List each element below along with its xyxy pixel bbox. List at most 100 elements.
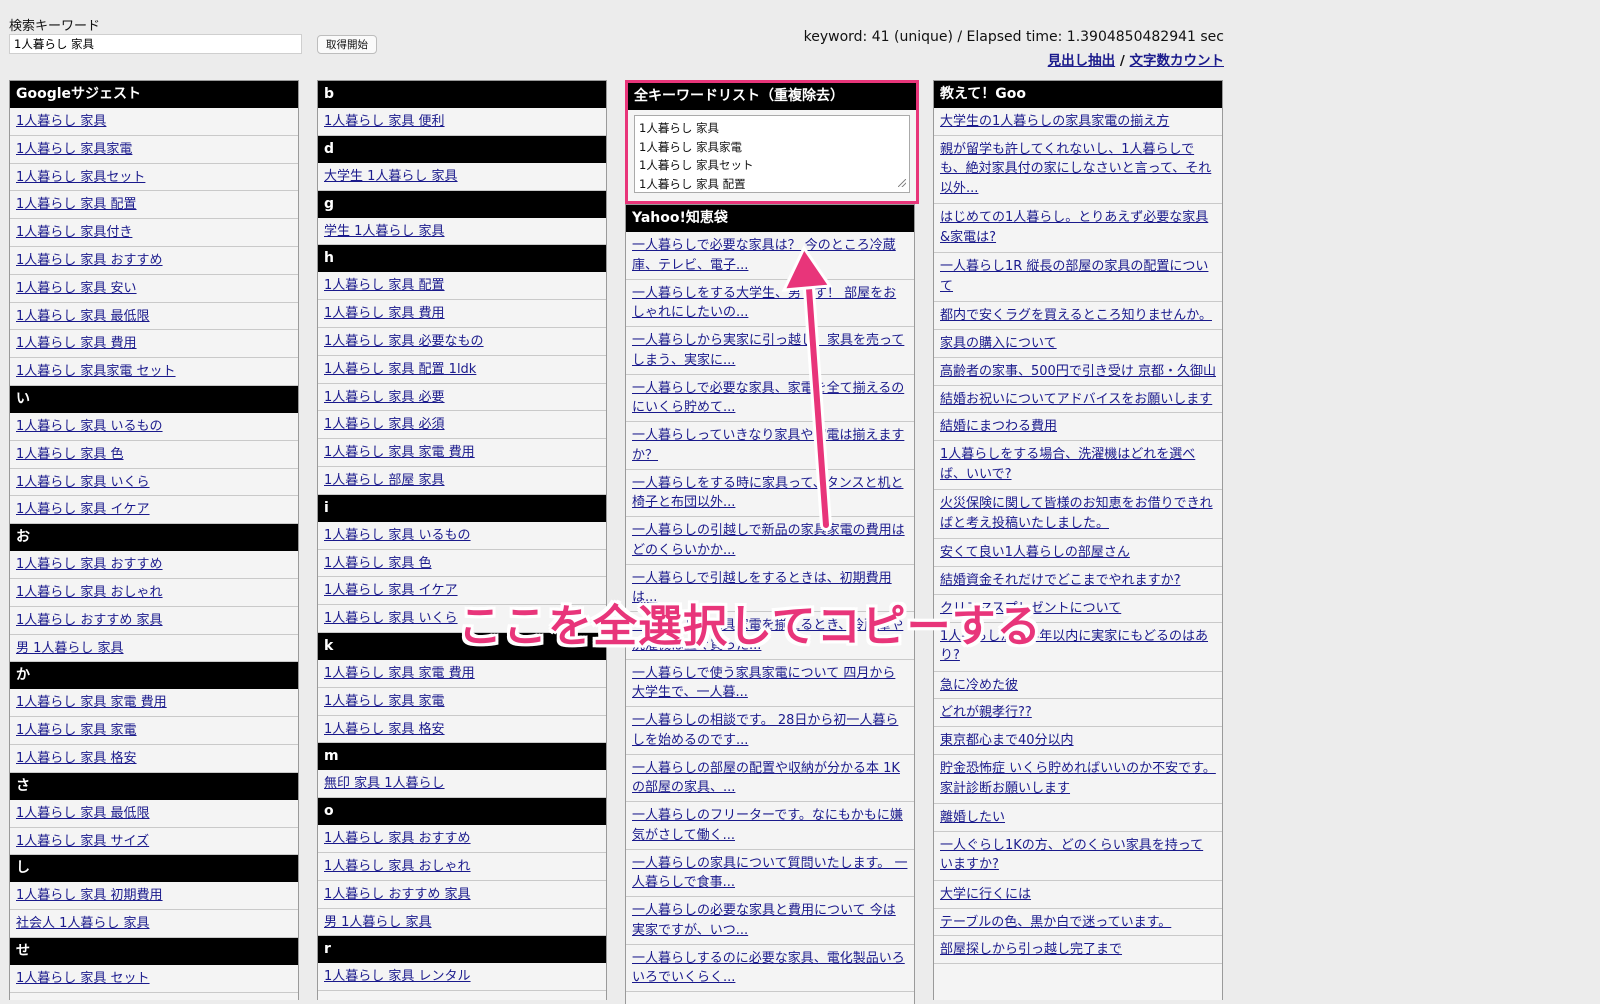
keyword-link[interactable]: 1人暮らし 家具 いるもの (16, 419, 163, 434)
keyword-link[interactable]: 社会人 1人暮らし 家具 (16, 916, 150, 931)
goo-question-link[interactable]: 大学に行くには (940, 887, 1031, 902)
goo-question-link[interactable]: 都内で安くラグを買えるところ知りませんか。 (940, 308, 1212, 323)
goo-question-link[interactable]: 東京都心まで40分以内 (940, 733, 1074, 748)
yahoo-question-link[interactable]: 一人暮らしから実家に引っ越し：家具を売ってしまう、実家に... (632, 333, 904, 368)
keyword-link[interactable]: 1人暮らし 家具 便利 (324, 114, 445, 129)
yahoo-question-link[interactable]: 一人暮らしで必要な家具は？ 今のところ冷蔵庫、テレビ、電子... (632, 238, 896, 273)
goo-question-link[interactable]: はじめての1人暮らし。とりあえず必要な家具&家電は? (940, 210, 1208, 245)
keyword-link[interactable]: 1人暮らし 家具 安い (16, 281, 137, 296)
yahoo-question-link[interactable]: 一人暮らしのフリーターです。なにもかもに嫌気がさして働く... (632, 808, 903, 843)
keyword-link[interactable]: 1人暮らし 家具 家電 費用 (16, 695, 167, 710)
keyword-link[interactable]: 1人暮らし 家具 おすすめ (16, 253, 163, 268)
list-item: 安くて良い1人暮らしの部屋さん (934, 539, 1222, 568)
keyword-link[interactable]: 1人暮らし 家具付き (16, 225, 132, 240)
goo-question-link[interactable]: テーブルの色、黒か白で迷っています。 (940, 915, 1171, 930)
search-keyword-input[interactable] (9, 34, 302, 54)
keyword-link[interactable]: 1人暮らし 家具 費用 (324, 306, 445, 321)
keyword-link[interactable]: 1人暮らし 家具 おしゃれ (324, 859, 471, 874)
keyword-link[interactable]: 1人暮らし 家具 おしゃれ (16, 585, 163, 600)
goo-question-link[interactable]: 結婚資金それだけでどこまでやれますか? (940, 573, 1181, 588)
keyword-link[interactable]: 1人暮らし 家具 必要なもの (324, 334, 484, 349)
goo-question-link[interactable]: 親が留学も許してくれないし、1人暮らしでも、絶対家具付の家にしなさいと言って、そ… (940, 142, 1211, 196)
yahoo-question-link[interactable]: 一人暮らしをする大学生、男です！ 部屋をおしゃれにしたいの... (632, 286, 896, 321)
goo-question-link[interactable]: 急に冷めた彼 (940, 678, 1018, 693)
keyword-link[interactable]: 1人暮らし 家具 配置 (16, 197, 137, 212)
goo-question-link[interactable]: 一人暮らし1R 縦長の部屋の家具の配置について (940, 259, 1208, 294)
yahoo-question-link[interactable]: 一人暮らしで引越しをするときは、初期費用は... (632, 571, 892, 606)
keyword-link[interactable]: 1人暮らし 家具 家電 費用 (324, 445, 475, 460)
yahoo-question-link[interactable]: 一人暮らしで家具家電を揃えるとき、冷蔵庫や洗濯機は直ぐ買った... (632, 618, 903, 653)
keyword-link[interactable]: 1人暮らし 家具 最低限 (16, 309, 150, 324)
keyword-link[interactable]: 1人暮らし おすすめ 家具 (324, 887, 471, 902)
keyword-link[interactable]: 1人暮らし 家具 おすすめ (324, 831, 471, 846)
list-item: 一人ぐらし1Kの方、どのくらい家具を持っていますか? (934, 832, 1222, 881)
yahoo-question-link[interactable]: 一人暮らしをする時に家具って、タンスと机と椅子と布団以外... (632, 476, 903, 511)
keyword-link[interactable]: 1人暮らし 家具 費用 (16, 336, 137, 351)
goo-question-link[interactable]: 高齢者の家事、500円で引き受け 京都・久御山 (940, 364, 1216, 379)
keyword-link[interactable]: 1人暮らし 家具 初期費用 (16, 888, 163, 903)
keyword-link[interactable]: 無印 家具 1人暮らし (324, 776, 445, 791)
yahoo-question-link[interactable]: 一人暮らしで使う家具家電について 四月から大学生で、一人暮... (632, 666, 895, 701)
goo-question-link[interactable]: どれが親孝行?? (940, 705, 1032, 720)
keyword-link[interactable]: 1人暮らし 家具 最低限 (16, 806, 150, 821)
keyword-link[interactable]: 1人暮らし 家具 家電 費用 (324, 666, 475, 681)
keyword-link[interactable]: 1人暮らし 家具 イケア (324, 583, 458, 598)
keyword-link[interactable]: 男 1人暮らし 家具 (16, 641, 124, 656)
keyword-link[interactable]: 1人暮らし 家具 必要 (324, 390, 445, 405)
goo-question-link[interactable]: 一人ぐらし1Kの方、どのくらい家具を持っていますか? (940, 838, 1203, 873)
keyword-link[interactable]: 1人暮らし 家具 いくら (16, 475, 150, 490)
keyword-link[interactable]: 1人暮らし 家具 家電 (324, 694, 445, 709)
keyword-link[interactable]: 大学生 1人暮らし 家具 (324, 169, 458, 184)
keyword-link[interactable]: 1人暮らし 家具 おすすめ (16, 557, 163, 572)
keyword-link[interactable]: 1人暮らし 家具 必須 (324, 417, 445, 432)
keyword-link[interactable]: 1人暮らし 家具 色 (324, 556, 432, 571)
dedup-keyword-textarea[interactable] (634, 115, 910, 193)
yahoo-question-link[interactable]: 一人暮らしするのに必要な家具、電化製品いろいろでいくらく... (632, 951, 905, 986)
fetch-start-button[interactable]: 取得開始 (317, 35, 377, 54)
yahoo-question-link[interactable]: 一人暮らしの必要な家具と費用について 今は実家ですが、いつ... (632, 903, 896, 938)
keyword-link[interactable]: 1人暮らし おすすめ 家具 (16, 613, 163, 628)
goo-question-link[interactable]: 安くて良い1人暮らしの部屋さん (940, 545, 1130, 560)
keyword-link[interactable]: 1人暮らし 家具 配置 (324, 278, 445, 293)
goo-question-link[interactable]: 結婚にまつわる費用 (940, 419, 1057, 434)
resize-grip-icon[interactable] (898, 179, 906, 187)
goo-question-link[interactable]: 火災保険に関して皆様のお知恵をお借りできればと考え投稿いたしました。 (940, 496, 1213, 531)
yahoo-question-link[interactable]: 一人暮らしの相談です。 28日から初一人暮らしを始めるのです... (632, 713, 898, 748)
keyword-link[interactable]: 1人暮らし 家具 家電 (16, 723, 137, 738)
keyword-link[interactable]: 1人暮らし 家具 いくら (324, 611, 458, 626)
goo-question-link[interactable]: 家具の購入について (940, 336, 1057, 351)
keyword-link[interactable]: 1人暮らし 家具 格安 (324, 722, 445, 737)
yahoo-question-link[interactable]: 一人暮らしの家具について質問いたします。 一人暮らしで食事... (632, 856, 907, 891)
yahoo-question-link[interactable]: 一人暮らしで必要な家具、家電を全て揃えるのにいくら貯めて... (632, 381, 904, 416)
list-item: 1人暮らしから半年以内に実家にもどるのはあり? (934, 623, 1222, 672)
goo-question-link[interactable]: 結婚お祝いについてアドバイスをお願いします (940, 392, 1212, 407)
char-count-link[interactable]: 文字数カウント (1130, 53, 1225, 69)
keyword-link[interactable]: 1人暮らし 家具 色 (16, 447, 124, 462)
keyword-link[interactable]: 1人暮らし 家具 セット (16, 971, 150, 986)
goo-question-link[interactable]: 1人暮らしから半年以内に実家にもどるのはあり? (940, 629, 1208, 664)
keyword-link[interactable]: 1人暮らし 家具 (16, 114, 106, 129)
keyword-link[interactable]: 1人暮らし 家具家電 セット (16, 364, 176, 379)
goo-question-link[interactable]: 大学生の1人暮らしの家具家電の揃え方 (940, 114, 1169, 129)
yahoo-question-link[interactable]: 一人暮らしの引越しで新品の家具家電の費用はどのくらいかか... (632, 523, 905, 558)
keyword-link[interactable]: 1人暮らし 家具 サイズ (16, 834, 149, 849)
keyword-link[interactable]: 学生 1人暮らし 家具 (324, 224, 445, 239)
keyword-link[interactable]: 1人暮らし 家具セット (16, 170, 145, 185)
goo-question-link[interactable]: 離婚したい (940, 810, 1005, 825)
yahoo-question-link[interactable]: 一人暮らしの部屋の配置や収納が分かる本 1Kの部屋の家具、... (632, 761, 900, 796)
keyword-link[interactable]: 1人暮らし 家具 配置 1ldk (324, 362, 476, 377)
keyword-link[interactable]: 1人暮らし 家具家電 (16, 142, 132, 157)
keyword-link[interactable]: 1人暮らし 部屋 家具 (324, 473, 445, 488)
oshiete-goo-column: 教えて！Goo 大学生の1人暮らしの家具家電の揃え方 親が留学も許してくれないし、… (933, 80, 1223, 1000)
keyword-link[interactable]: 1人暮らし 家具 格安 (16, 751, 137, 766)
goo-question-link[interactable]: クリスマスプレゼントについて (940, 601, 1121, 616)
yahoo-question-link[interactable]: 一人暮らしっていきなり家具や家電は揃えますか？ (632, 428, 904, 463)
keyword-link[interactable]: 1人暮らし 家具 レンタル (324, 969, 471, 984)
keyword-link[interactable]: 1人暮らし 家具 いるもの (324, 528, 471, 543)
goo-question-link[interactable]: 貯金恐怖症 いくら貯めればいいのか不安です。家計診断お願いします (940, 761, 1216, 796)
goo-question-link[interactable]: 1人暮らしをする場合、洗濯機はどれを選べば、いいで? (940, 447, 1195, 482)
keyword-link[interactable]: 1人暮らし 家具 イケア (16, 502, 150, 517)
goo-question-link[interactable]: 部屋探しから引っ越し完了まで (940, 942, 1122, 957)
headings-extract-link[interactable]: 見出し抽出 (1048, 53, 1116, 69)
keyword-link[interactable]: 男 1人暮らし 家具 (324, 915, 432, 930)
